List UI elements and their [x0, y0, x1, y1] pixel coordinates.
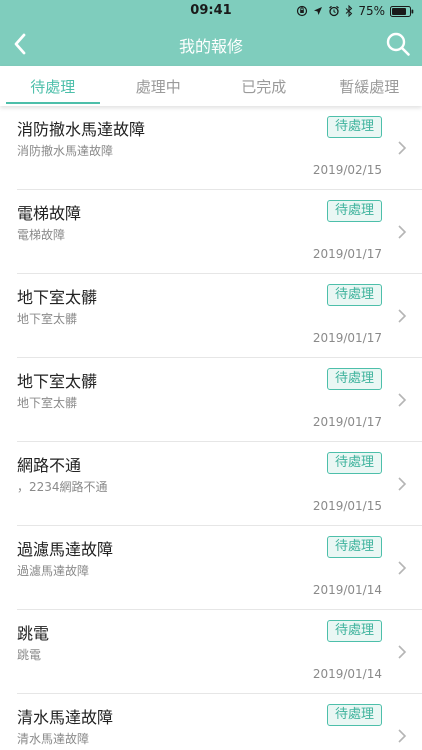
- battery-icon: [390, 5, 414, 17]
- location-icon: [314, 7, 323, 15]
- item-description: 地下室太髒: [17, 312, 78, 326]
- item-date: 2019/01/14: [312, 667, 382, 681]
- tab-on-hold[interactable]: 暫緩處理: [317, 66, 422, 106]
- item-date: 2019/01/17: [312, 331, 382, 345]
- status-badge: 待處理: [326, 116, 382, 138]
- item-title: 地下室太髒: [17, 288, 98, 307]
- page-title: 我的報修: [178, 37, 243, 56]
- item-date: 2019/02/15: [312, 163, 382, 177]
- item-title: 消防撤水馬達故障: [17, 120, 146, 139]
- item-title: 電梯故障: [17, 204, 82, 223]
- item-date: 2019/01/14: [312, 583, 382, 597]
- search-button[interactable]: [384, 30, 412, 58]
- chevron-right-icon: [398, 225, 407, 239]
- item-description: 清水馬達故障: [17, 732, 90, 746]
- item-title: 過濾馬達故障: [17, 540, 114, 559]
- status-badge: 待處理: [326, 200, 382, 222]
- chevron-right-icon: [398, 393, 407, 407]
- status-badge: 待處理: [326, 368, 382, 390]
- list-item[interactable]: 電梯故障 電梯故障 待處理 2019/01/17: [17, 190, 422, 274]
- chevron-right-icon: [398, 477, 407, 491]
- chevron-right-icon: [398, 645, 407, 659]
- repair-list: 消防撤水馬達故障 消防撤水馬達故障 待處理 2019/02/15 電梯故障 電梯…: [0, 106, 422, 750]
- status-bar: 09:41 75%: [0, 0, 422, 22]
- chevron-right-icon: [398, 309, 407, 323]
- tab-completed[interactable]: 已完成: [211, 66, 317, 106]
- item-description: 消防撤水馬達故障: [17, 144, 114, 158]
- item-title: 清水馬達故障: [17, 708, 114, 727]
- item-description: 地下室太髒: [17, 396, 78, 410]
- list-item[interactable]: 地下室太髒 地下室太髒 待處理 2019/01/17: [17, 274, 422, 358]
- nav-bar: 我的報修: [0, 22, 422, 66]
- list-item[interactable]: 清水馬達故障 清水馬達故障 待處理: [17, 694, 422, 750]
- bluetooth-icon: [345, 5, 353, 17]
- status-badge: 待處理: [326, 536, 382, 558]
- orientation-lock-icon: [297, 5, 308, 17]
- item-description: 電梯故障: [17, 228, 66, 242]
- list-item[interactable]: 網路不通 ，2234網路不通 待處理 2019/01/15: [17, 442, 422, 526]
- chevron-right-icon: [398, 141, 407, 155]
- status-icons: 75%: [296, 3, 414, 19]
- search-icon: [386, 32, 410, 56]
- item-title: 地下室太髒: [17, 372, 98, 391]
- list-item[interactable]: 地下室太髒 地下室太髒 待處理 2019/01/17: [17, 358, 422, 442]
- item-description: 過濾馬達故障: [17, 564, 90, 578]
- status-badge: 待處理: [326, 704, 382, 726]
- chevron-right-icon: [398, 561, 407, 575]
- item-date: 2019/01/17: [312, 247, 382, 261]
- status-badge: 待處理: [326, 620, 382, 642]
- item-title: 網路不通: [17, 456, 82, 475]
- status-badge: 待處理: [326, 452, 382, 474]
- status-tabs: 待處理 處理中 已完成 暫緩處理: [0, 66, 422, 106]
- alarm-icon: [329, 5, 340, 17]
- tab-pending[interactable]: 待處理: [0, 66, 106, 106]
- list-item[interactable]: 消防撤水馬達故障 消防撤水馬達故障 待處理 2019/02/15: [17, 106, 422, 190]
- item-date: 2019/01/17: [312, 415, 382, 429]
- item-title: 跳電: [17, 624, 50, 643]
- list-item[interactable]: 跳電 跳電 待處理 2019/01/14: [17, 610, 422, 694]
- item-description: ，2234網路不通: [17, 480, 108, 494]
- chevron-right-icon: [398, 729, 407, 743]
- item-date: 2019/01/15: [312, 499, 382, 513]
- list-item[interactable]: 過濾馬達故障 過濾馬達故障 待處理 2019/01/14: [17, 526, 422, 610]
- battery-percent: 75%: [358, 4, 385, 18]
- status-badge: 待處理: [326, 284, 382, 306]
- item-description: 跳電: [17, 648, 42, 662]
- tab-in-progress[interactable]: 處理中: [106, 66, 212, 106]
